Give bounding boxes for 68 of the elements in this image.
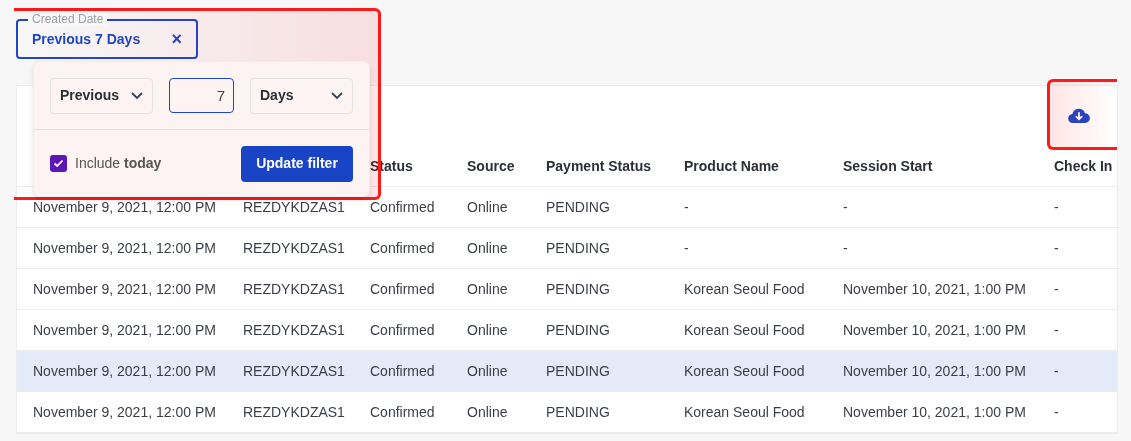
table-cell-text: PENDING: [546, 320, 611, 340]
filter-label: Created Date: [28, 12, 108, 26]
table-cell-text: PENDING: [546, 361, 611, 381]
column-header: Source: [467, 156, 516, 176]
column-header: Session Start: [843, 156, 934, 176]
amount-input[interactable]: 7: [169, 78, 234, 113]
cloud-download-icon: [1068, 108, 1090, 124]
highlight-bracket: [1047, 79, 1117, 150]
table-cell-text: REZDYKDZAS1: [243, 402, 346, 422]
include-checkbox[interactable]: [50, 155, 67, 172]
table-cell-text: PENDING: [546, 238, 611, 258]
table-cell-text: -: [1054, 279, 1060, 299]
checkmark-icon: [53, 159, 64, 168]
table-cell-text: November 10, 2021, 1:00 PM: [843, 279, 1027, 299]
table-row[interactable]: November 9, 2021, 12:00 PM REZDYKDZAS1 Confirmed Online PENDING Korean Seoul Food November 10, 2021, 1:00 PM -: [17, 351, 1117, 392]
table-cell-text: -: [1054, 320, 1060, 340]
table-cell-text: -: [684, 197, 690, 217]
table-cell-text: November 10, 2021, 1:00 PM: [843, 361, 1027, 381]
table-cell-text: Online: [467, 238, 509, 258]
table-cell-text: Online: [467, 402, 509, 422]
table-cell-text: REZDYKDZAS1: [243, 320, 346, 340]
table-cell-text: REZDYKDZAS1: [243, 197, 346, 217]
unit-select[interactable]: Days: [250, 77, 353, 114]
table-cell-text: November 9, 2021, 12:00 PM: [33, 197, 217, 217]
include-label: Include today: [75, 154, 162, 173]
clear-filter-button[interactable]: ×: [171, 30, 182, 48]
table-cell-text: PENDING: [546, 402, 611, 422]
table-cell-text: Confirmed: [370, 361, 436, 381]
table-cell-text: November 9, 2021, 12:00 PM: [33, 361, 217, 381]
column-header: Check In: [1054, 156, 1114, 176]
column-header: Payment Status: [546, 156, 653, 176]
table-cell-text: REZDYKDZAS1: [243, 238, 346, 258]
chevron-down-icon: [131, 91, 143, 100]
table-cell-text: Confirmed: [370, 197, 436, 217]
table-cell-text: REZDYKDZAS1: [243, 361, 346, 381]
table-cell-text: Korean Seoul Food: [684, 279, 806, 299]
table-cell-text: November 9, 2021, 12:00 PM: [33, 279, 217, 299]
table-cell-text: Confirmed: [370, 279, 436, 299]
table-cell-text: Confirmed: [370, 238, 436, 258]
filter-value: Previous 7 Days: [32, 29, 141, 49]
table-cell-text: -: [843, 238, 849, 258]
table-cell-text: -: [684, 238, 690, 258]
table-cell-text: Korean Seoul Food: [684, 402, 806, 422]
table-cell-text: -: [1054, 361, 1060, 381]
table-cell-text: Confirmed: [370, 320, 436, 340]
update-filter-button[interactable]: Update filter: [241, 145, 353, 182]
table-cell-text: -: [1054, 238, 1060, 258]
table-cell-text: PENDING: [546, 197, 611, 217]
table-cell-text: -: [843, 197, 849, 217]
table-cell-text: REZDYKDZAS1: [243, 279, 346, 299]
table-cell-text: November 10, 2021, 1:00 PM: [843, 320, 1027, 340]
table-cell-text: Korean Seoul Food: [684, 320, 806, 340]
table-cell-text: November 9, 2021, 12:00 PM: [33, 402, 217, 422]
table-cell-text: Online: [467, 320, 509, 340]
chevron-down-icon: [331, 91, 343, 100]
table-cell-text: November 9, 2021, 12:00 PM: [33, 238, 217, 258]
table-cell-text: Online: [467, 279, 509, 299]
table-cell-text: -: [1054, 402, 1060, 422]
table-cell-text: Confirmed: [370, 402, 436, 422]
direction-select[interactable]: Previous: [50, 77, 153, 114]
table-cell-text: -: [1054, 197, 1060, 217]
table-cell-text: Korean Seoul Food: [684, 361, 806, 381]
table-cell-text: Online: [467, 197, 509, 217]
table-cell-text: PENDING: [546, 279, 611, 299]
column-header: Product Name: [684, 156, 780, 176]
table-cell-text: Online: [467, 361, 509, 381]
table-cell-text: November 10, 2021, 1:00 PM: [843, 402, 1027, 422]
table-cell-text: November 9, 2021, 12:00 PM: [33, 320, 217, 340]
